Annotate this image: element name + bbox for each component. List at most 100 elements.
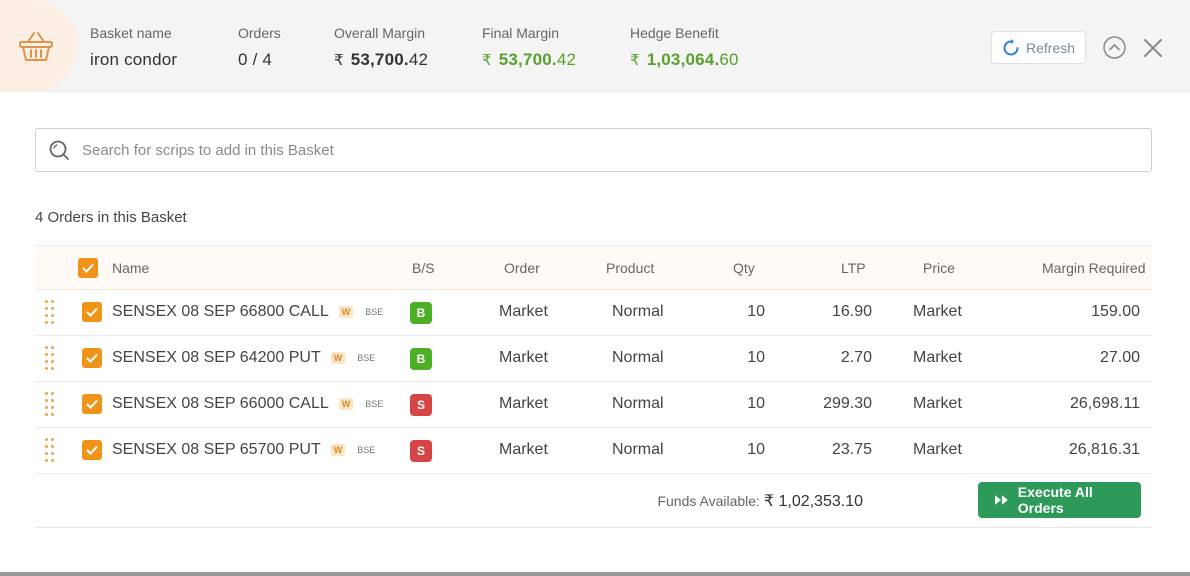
close-icon[interactable] — [1142, 37, 1164, 59]
table-header: Name B/S Order Product Qty LTP Price Mar… — [35, 245, 1152, 290]
orders-table: Name B/S Order Product Qty LTP Price Mar… — [35, 245, 1152, 474]
basket-name-group: Basket name iron condor — [90, 25, 177, 70]
price-value[interactable]: Market — [913, 441, 962, 459]
drag-handle-icon[interactable] — [45, 346, 55, 372]
scrip-name-text: SENSEX 08 SEP 66000 CALL — [112, 395, 329, 412]
quantity[interactable]: 10 — [715, 349, 765, 367]
table-row[interactable]: SENSEX 08 SEP 66800 CALL W BSE B Market … — [35, 290, 1152, 336]
hedge-benefit-dec: 60 — [719, 50, 739, 69]
price-value[interactable]: Market — [913, 395, 962, 413]
currency-symbol: ₹ — [630, 52, 640, 69]
order-type: Market — [499, 441, 548, 458]
scrip-name[interactable]: SENSEX 08 SEP 66000 CALL W BSE — [112, 395, 383, 413]
overall-margin-value: ₹ 53,700.42 — [334, 50, 428, 70]
hedge-benefit-int: 1,03,064. — [646, 50, 720, 69]
scrip-name-text: SENSEX 08 SEP 66800 CALL — [112, 303, 329, 320]
price-value[interactable]: Market — [913, 303, 962, 321]
drag-handle-icon[interactable] — [45, 392, 55, 418]
ltp-value: 16.90 — [831, 303, 872, 320]
table-row[interactable]: SENSEX 08 SEP 64200 PUT W BSE B Market N… — [35, 336, 1152, 382]
product-type: Normal — [612, 303, 664, 320]
table-body: SENSEX 08 SEP 66800 CALL W BSE B Market … — [35, 290, 1152, 474]
weekly-badge: W — [330, 352, 346, 364]
header-margin[interactable]: Margin Required — [1042, 260, 1146, 276]
scrip-name[interactable]: SENSEX 08 SEP 66800 CALL W BSE — [112, 303, 383, 321]
orders-count-label: 4 Orders in this Basket — [35, 209, 187, 226]
currency-symbol: ₹ — [334, 52, 344, 69]
funds-available: Funds Available: ₹ 1,02,353.10 — [657, 491, 863, 511]
order-type: Market — [499, 349, 548, 366]
overall-margin-int: 53,700. — [350, 50, 409, 69]
hedge-benefit-value: ₹ 1,03,064.60 — [630, 50, 739, 70]
scrip-name-text: SENSEX 08 SEP 65700 PUT — [112, 441, 321, 458]
buy-badge[interactable]: B — [410, 302, 432, 324]
orders-label: Orders — [238, 25, 281, 41]
order-type: Market — [499, 303, 548, 320]
basket-name-label: Basket name — [90, 25, 172, 41]
funds-value: ₹ 1,02,353.10 — [763, 493, 863, 510]
fast-forward-icon — [994, 495, 1008, 505]
header-product[interactable]: Product — [606, 260, 654, 276]
row-checkbox[interactable] — [82, 348, 102, 368]
search-icon — [49, 140, 69, 160]
final-margin-value: ₹ 53,700.42 — [482, 50, 576, 70]
execute-all-button[interactable]: Execute All Orders — [978, 482, 1141, 518]
check-icon — [86, 445, 98, 455]
exchange-label: BSE — [365, 399, 384, 409]
overall-margin-group: Overall Margin ₹ 53,700.42 — [334, 25, 428, 70]
weekly-badge: W — [338, 398, 354, 410]
ltp-value: 2.70 — [840, 349, 872, 366]
row-checkbox[interactable] — [82, 394, 102, 414]
price-value[interactable]: Market — [913, 349, 962, 367]
final-margin-label: Final Margin — [482, 25, 560, 41]
check-icon — [86, 353, 98, 363]
check-icon — [82, 263, 94, 273]
quantity[interactable]: 10 — [715, 303, 765, 321]
header-price[interactable]: Price — [923, 260, 955, 276]
header-order[interactable]: Order — [504, 260, 540, 276]
table-row[interactable]: SENSEX 08 SEP 65700 PUT W BSE S Market N… — [35, 428, 1152, 474]
row-checkbox[interactable] — [82, 440, 102, 460]
ltp-value: 299.30 — [823, 395, 872, 412]
refresh-button[interactable]: Refresh — [991, 31, 1086, 64]
funds-label: Funds Available: — [657, 493, 760, 509]
header-qty[interactable]: Qty — [733, 260, 755, 276]
basket-header: Basket name iron condor Orders 0 / 4 Ove… — [0, 0, 1190, 92]
header-ltp[interactable]: LTP — [841, 260, 866, 276]
execute-all-label: Execute All Orders — [1017, 484, 1093, 516]
exchange-label: BSE — [365, 307, 384, 317]
select-all-checkbox[interactable] — [78, 258, 98, 278]
scrip-search-box[interactable] — [35, 128, 1152, 172]
sell-badge[interactable]: S — [410, 440, 432, 462]
quantity[interactable]: 10 — [715, 441, 765, 459]
drag-handle-icon[interactable] — [45, 438, 55, 464]
order-type: Market — [499, 395, 548, 412]
orders-group: Orders 0 / 4 — [238, 25, 281, 70]
weekly-badge: W — [330, 444, 346, 456]
buy-badge[interactable]: B — [410, 348, 432, 370]
hedge-benefit-group: Hedge Benefit ₹ 1,03,064.60 — [630, 25, 739, 70]
check-icon — [86, 307, 98, 317]
sell-badge[interactable]: S — [410, 394, 432, 416]
product-type: Normal — [612, 349, 664, 366]
search-input[interactable] — [82, 141, 1082, 159]
refresh-icon — [1003, 38, 1019, 55]
final-margin-int: 53,700. — [498, 50, 557, 69]
header-name[interactable]: Name — [112, 260, 149, 276]
exchange-label: BSE — [357, 353, 376, 363]
scrip-name-text: SENSEX 08 SEP 64200 PUT — [112, 349, 321, 366]
overall-margin-dec: 42 — [408, 50, 429, 69]
bottom-scroll-edge — [0, 572, 1190, 576]
quantity[interactable]: 10 — [715, 395, 765, 413]
refresh-label: Refresh — [1026, 39, 1076, 56]
basket-icon-container — [0, 0, 78, 92]
scrip-name[interactable]: SENSEX 08 SEP 65700 PUT W BSE — [112, 441, 375, 459]
row-checkbox[interactable] — [82, 302, 102, 322]
scrip-name[interactable]: SENSEX 08 SEP 64200 PUT W BSE — [112, 349, 375, 367]
collapse-icon[interactable] — [1103, 36, 1126, 59]
product-type: Normal — [612, 441, 664, 458]
final-margin-dec: 42 — [556, 50, 577, 69]
drag-handle-icon[interactable] — [45, 300, 55, 326]
table-row[interactable]: SENSEX 08 SEP 66000 CALL W BSE S Market … — [35, 382, 1152, 428]
header-bs[interactable]: B/S — [412, 260, 435, 276]
